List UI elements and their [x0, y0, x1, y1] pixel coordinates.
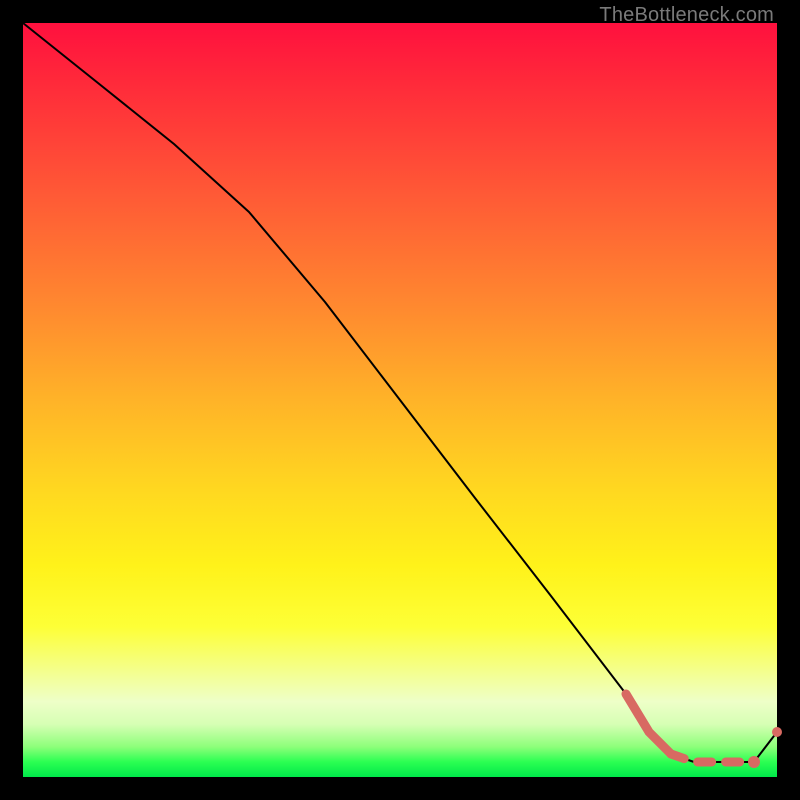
highlight-solid-segment — [626, 694, 671, 754]
chart-frame: TheBottleneck.com — [0, 0, 800, 800]
highlight-end-dot — [748, 756, 760, 768]
chart-svg — [23, 23, 777, 777]
highlight-dashed-segment — [671, 754, 754, 762]
curve-end-dot — [772, 727, 782, 737]
bottleneck-curve-line — [23, 23, 777, 762]
